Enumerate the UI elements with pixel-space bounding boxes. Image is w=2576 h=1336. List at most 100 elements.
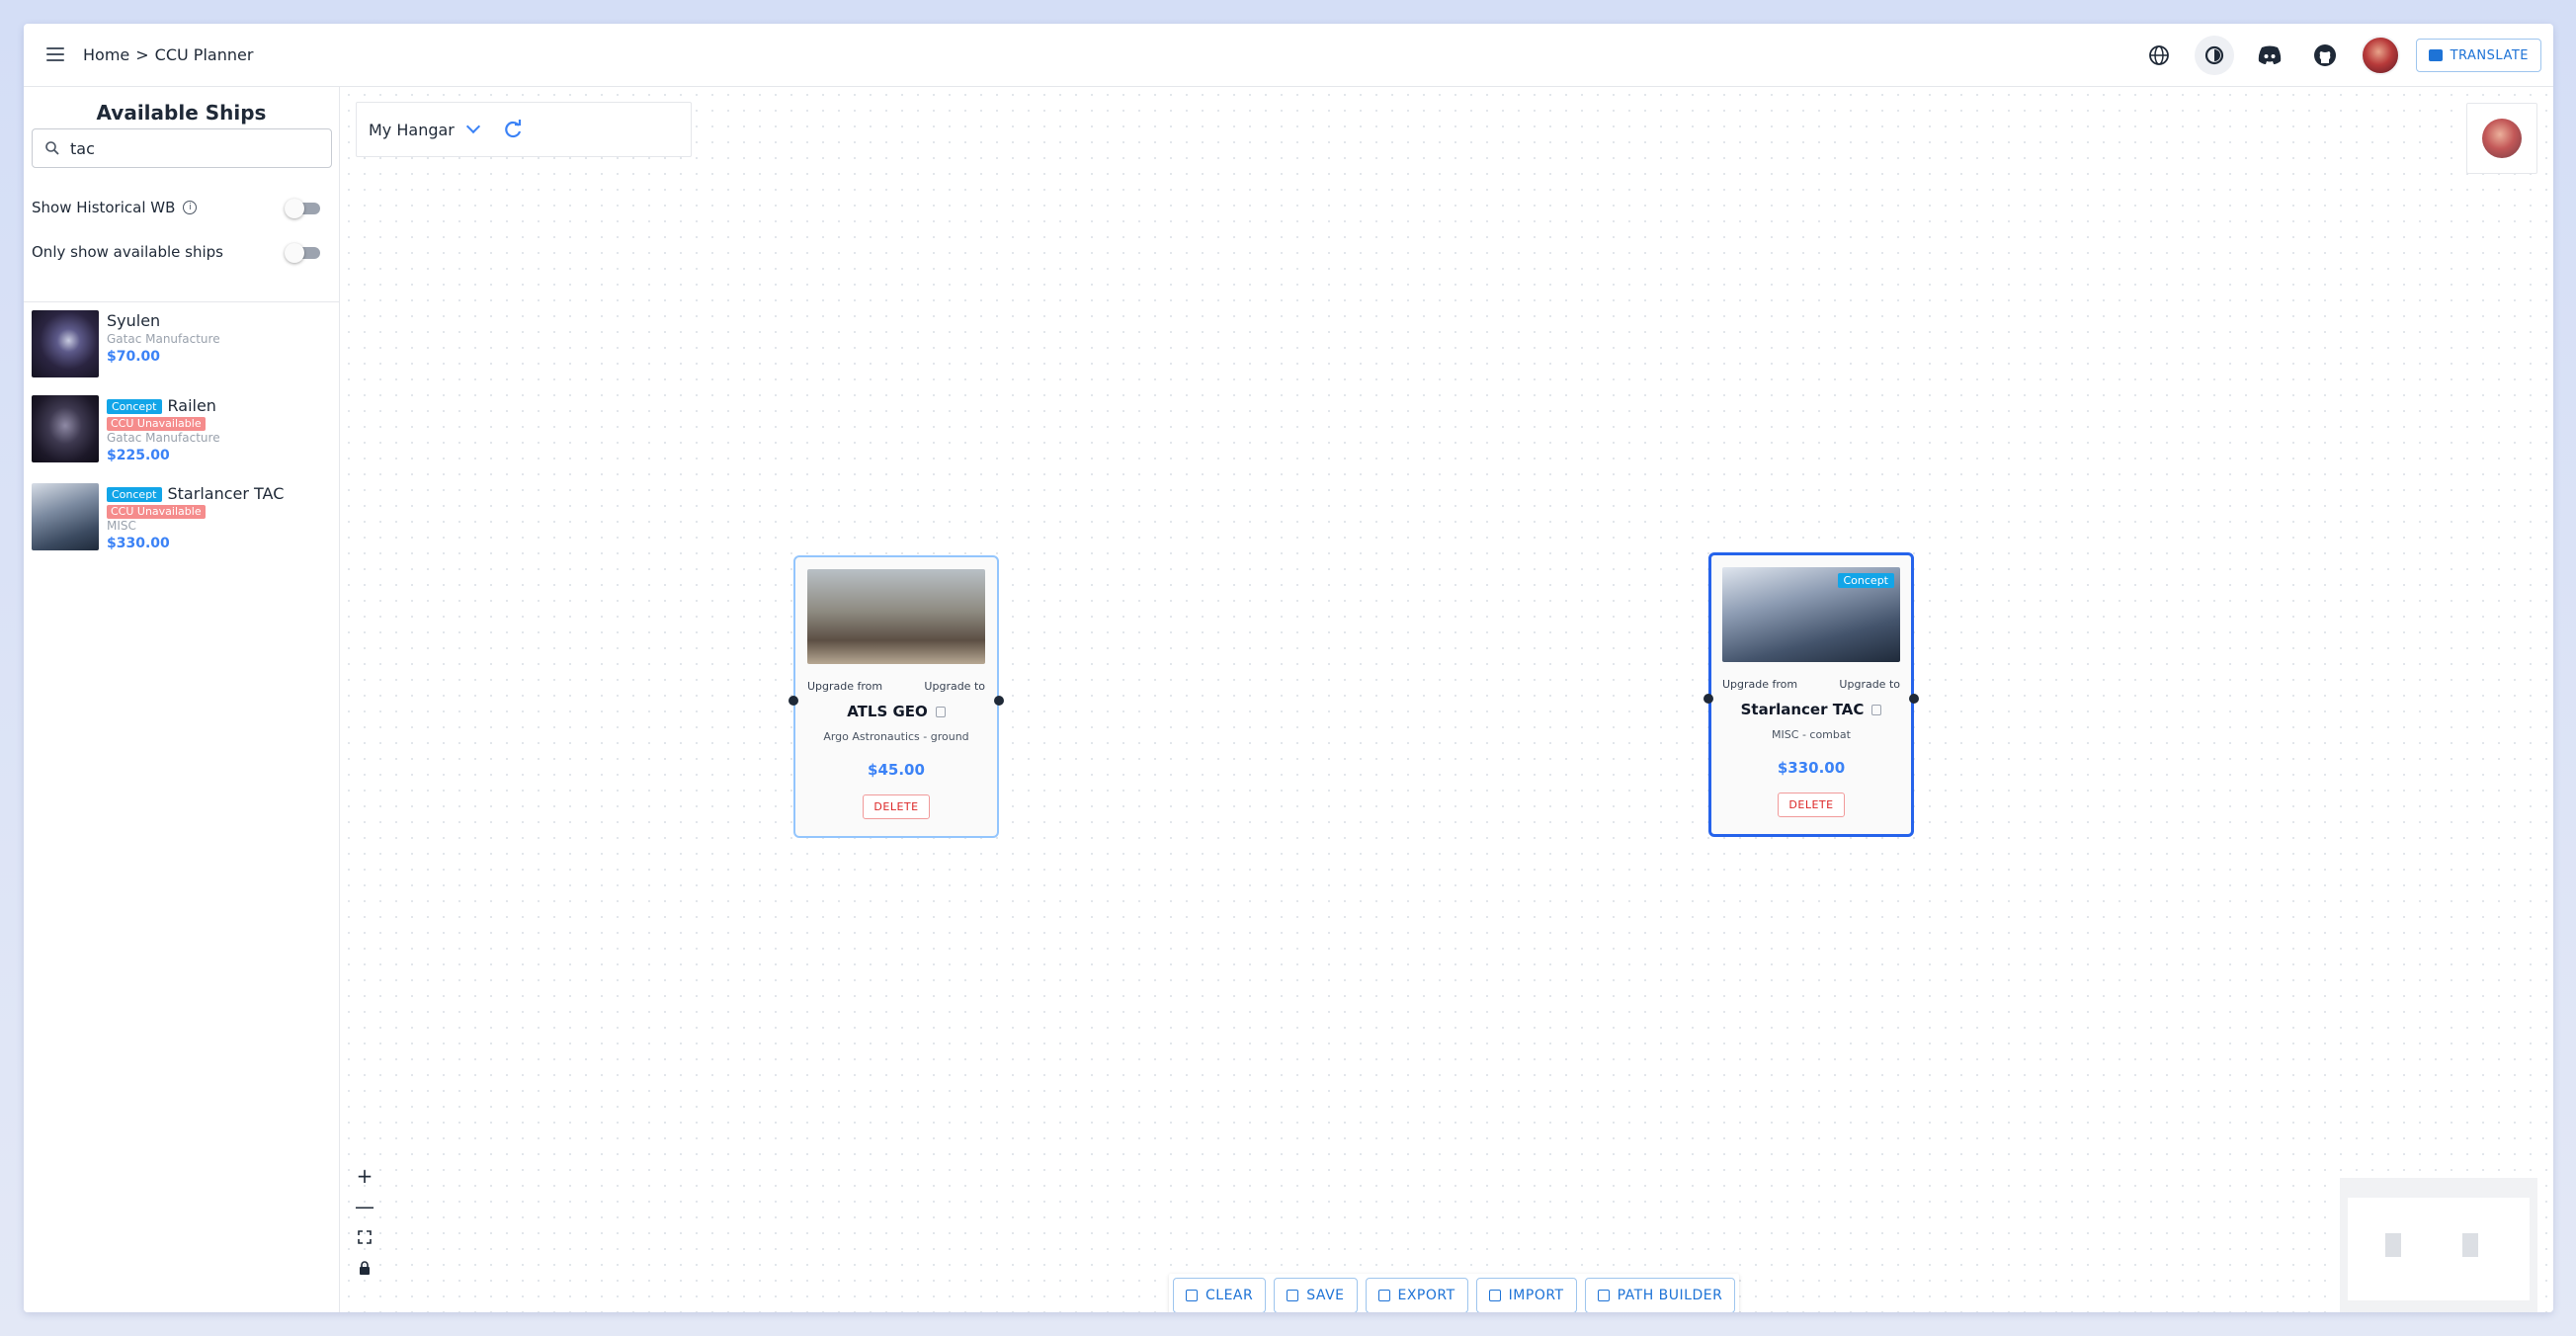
zoom-controls: + —: [351, 1160, 378, 1283]
user-avatar-small: [2482, 119, 2522, 158]
ship-price: $70.00: [107, 349, 161, 365]
user-avatar[interactable]: [2360, 36, 2400, 75]
chevron-down-icon: [465, 119, 480, 134]
node-ports: Upgrade from Upgrade to: [807, 680, 985, 693]
search-input[interactable]: [70, 138, 307, 158]
save-button[interactable]: SAVE: [1274, 1278, 1358, 1312]
ccu-unavailable-badge: CCU Unavailable: [107, 505, 206, 519]
node-title: Starlancer TAC: [1740, 701, 1865, 718]
clear-label: CLEAR: [1205, 1288, 1254, 1303]
route-icon: [1597, 1290, 1610, 1301]
save-label: SAVE: [1306, 1288, 1345, 1303]
upgrade-from-label: Upgrade from: [1722, 678, 1798, 691]
upgrade-from-label: Upgrade from: [807, 680, 883, 693]
fit-view-icon: [358, 1229, 372, 1244]
copy-icon[interactable]: [1871, 704, 1882, 715]
node-title: ATLS GEO: [847, 703, 928, 720]
concept-badge: Concept: [107, 398, 162, 414]
ship-thumbnail: [32, 310, 99, 377]
ship-name: Starlancer TAC: [167, 484, 285, 503]
node-price: $45.00: [868, 761, 925, 779]
lock-button[interactable]: [351, 1252, 378, 1283]
ship-thumbnail: [32, 483, 99, 550]
import-label: IMPORT: [1508, 1288, 1564, 1303]
node-input-handle[interactable]: [789, 696, 798, 706]
app-window: Home > CCU Planner TRANSLATE Available S…: [24, 24, 2553, 1312]
ship-image: Concept: [1722, 567, 1900, 662]
toggle-label: Show Historical WB: [32, 199, 176, 216]
copy-icon[interactable]: [935, 706, 946, 717]
concept-badge: Concept: [107, 486, 162, 502]
upload-icon: [1488, 1290, 1501, 1301]
search-icon: [45, 141, 59, 155]
historical-wb-switch[interactable]: [285, 199, 320, 218]
github-icon[interactable]: [2305, 36, 2345, 75]
node-price: $330.00: [1777, 759, 1846, 777]
delete-button[interactable]: DELETE: [863, 794, 930, 819]
ship-image: [807, 569, 985, 664]
discord-icon[interactable]: [2250, 36, 2289, 75]
clear-button[interactable]: CLEAR: [1173, 1278, 1267, 1312]
node-ports: Upgrade from Upgrade to: [1722, 678, 1900, 691]
ship-list-item[interactable]: Concept Railen CCU Unavailable Gatac Manu…: [32, 395, 332, 465]
ships-sidebar: Available Ships Show Historical WB i Only…: [24, 87, 340, 1312]
theme-toggle-icon[interactable]: [2194, 36, 2234, 75]
flow-canvas[interactable]: My Hangar Upgrade from Upgrade to ATLS G…: [341, 87, 2553, 1312]
hangar-select-value: My Hangar: [369, 120, 455, 139]
menu-icon[interactable]: [43, 43, 67, 67]
search-field[interactable]: [32, 128, 332, 168]
node-input-handle[interactable]: [1703, 694, 1713, 704]
hangar-select[interactable]: My Hangar: [369, 119, 480, 139]
zoom-out-button[interactable]: —: [351, 1191, 378, 1221]
sidebar-title: Available Ships: [96, 101, 267, 125]
node-subtitle: Argo Astronautics - ground: [823, 730, 969, 743]
path-builder-button[interactable]: PATH BUILDER: [1584, 1278, 1736, 1312]
top-header: Home > CCU Planner TRANSLATE: [24, 24, 2553, 87]
import-button[interactable]: IMPORT: [1475, 1278, 1577, 1312]
fit-view-button[interactable]: [351, 1221, 378, 1252]
minimap[interactable]: [2340, 1178, 2537, 1312]
ship-price: $225.00: [107, 448, 170, 463]
toggle-only-available: Only show available ships: [32, 240, 332, 264]
zoom-in-button[interactable]: +: [351, 1160, 378, 1191]
node-subtitle: MISC - combat: [1772, 728, 1851, 741]
ship-manufacturer: MISC: [107, 519, 136, 533]
only-available-switch[interactable]: [285, 243, 320, 263]
bottom-toolbar: CLEAR SAVE EXPORT IMPORT PATH BUILDER: [1169, 1274, 1740, 1312]
ship-node-starlancer-tac[interactable]: Concept Upgrade from Upgrade to Starlanc…: [1703, 552, 1919, 837]
user-panel[interactable]: [2466, 103, 2537, 174]
breadcrumb-home[interactable]: Home: [83, 43, 129, 67]
breadcrumb-separator: >: [135, 45, 149, 64]
language-globe-icon[interactable]: [2139, 36, 2179, 75]
translate-icon: [2428, 49, 2443, 61]
ship-thumbnail: [32, 395, 99, 462]
hangar-panel: My Hangar: [356, 102, 692, 157]
ship-price: $330.00: [107, 536, 170, 551]
save-icon: [1287, 1290, 1299, 1301]
ship-manufacturer: Gatac Manufacture: [107, 332, 220, 346]
info-icon[interactable]: i: [183, 201, 198, 214]
translate-button[interactable]: TRANSLATE: [2415, 39, 2541, 72]
refresh-icon[interactable]: [502, 119, 524, 140]
delete-button[interactable]: DELETE: [1778, 793, 1845, 817]
divider: [24, 301, 340, 302]
breadcrumb-current: CCU Planner: [154, 45, 254, 64]
ship-list-item[interactable]: Syulen Gatac Manufacture $70.00: [32, 310, 332, 377]
export-label: EXPORT: [1397, 1288, 1455, 1303]
toggle-historical-wb: Show Historical WB i: [32, 196, 332, 219]
header-actions: TRANSLATE: [2139, 36, 2541, 75]
node-output-handle[interactable]: [1909, 694, 1919, 704]
ship-list: Syulen Gatac Manufacture $70.00 Concept R…: [32, 310, 332, 567]
translate-label: TRANSLATE: [2450, 47, 2529, 63]
ship-name: Syulen: [107, 311, 161, 330]
minimap-node: [2385, 1233, 2401, 1257]
minimap-viewport: [2348, 1198, 2530, 1300]
node-output-handle[interactable]: [994, 696, 1004, 706]
ship-list-item[interactable]: Concept Starlancer TAC CCU Unavailable MI…: [32, 483, 332, 553]
ship-node-atls-geo[interactable]: Upgrade from Upgrade to ATLS GEO Argo As…: [789, 555, 1004, 838]
ship-name: Railen: [167, 396, 216, 415]
minimap-node: [2462, 1233, 2478, 1257]
download-icon: [1377, 1290, 1390, 1301]
ccu-unavailable-badge: CCU Unavailable: [107, 417, 206, 431]
export-button[interactable]: EXPORT: [1365, 1278, 1468, 1312]
